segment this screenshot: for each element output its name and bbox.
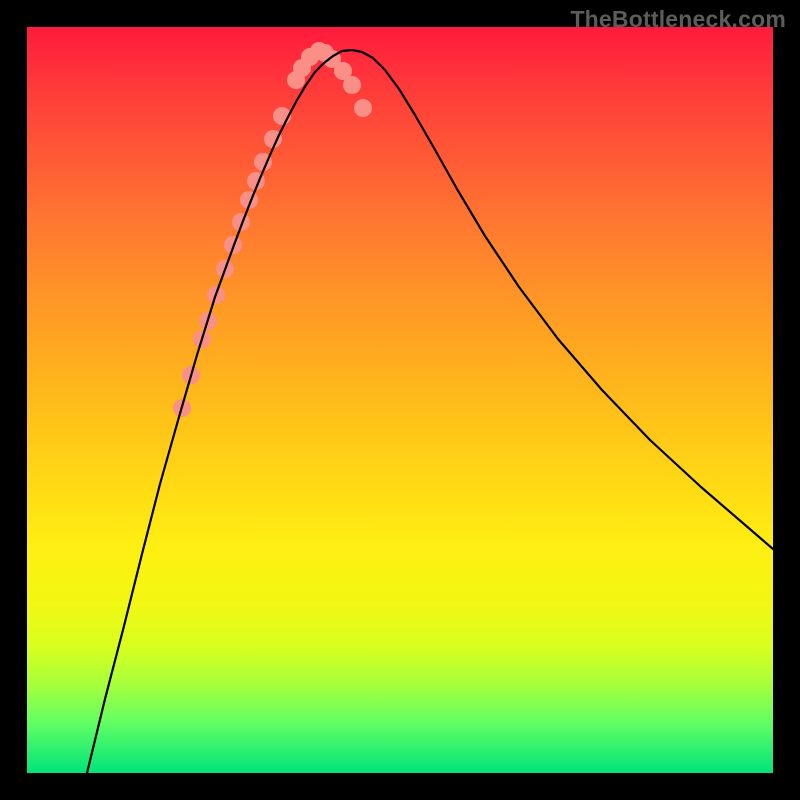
watermark-text: TheBottleneck.com: [570, 6, 786, 33]
highlight-dots-group: [173, 42, 372, 417]
gradient-plot-area: [27, 27, 773, 773]
highlight-dot: [354, 99, 372, 117]
chart-svg: [27, 27, 773, 773]
highlight-dot: [343, 76, 361, 94]
